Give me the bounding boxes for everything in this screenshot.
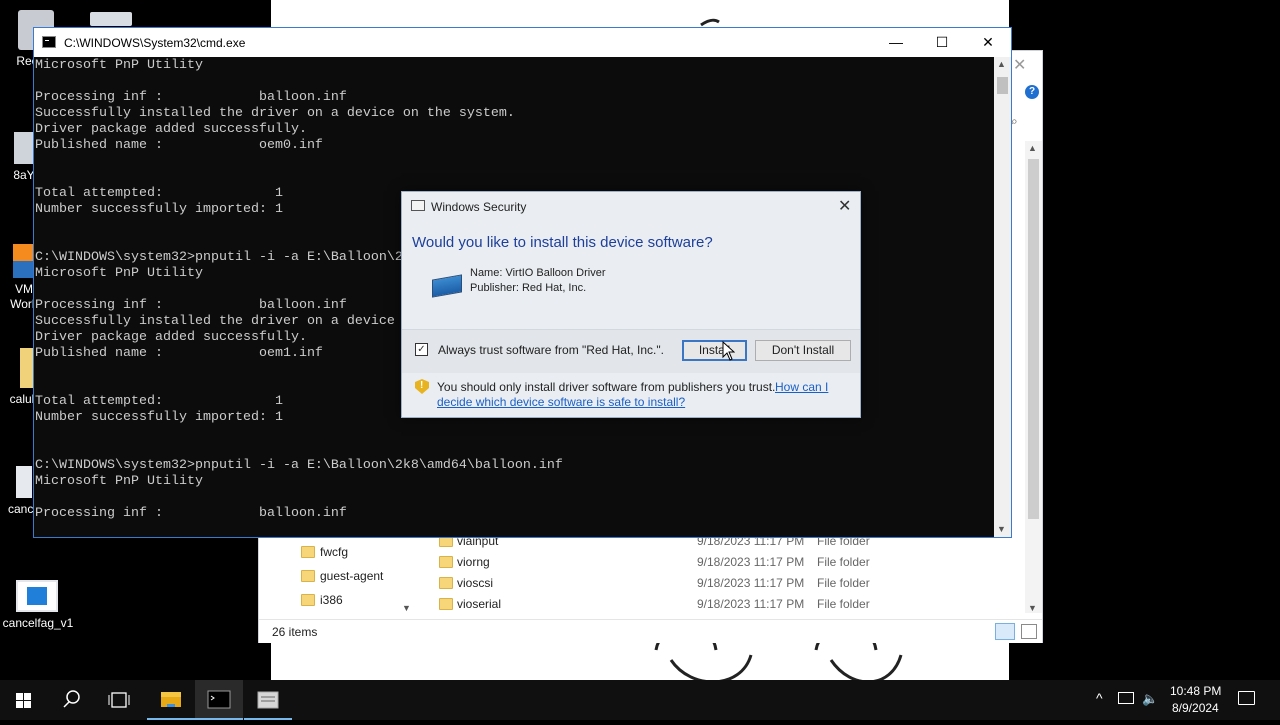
folder-icon [439, 598, 453, 610]
always-trust-label[interactable]: Always trust software from "Red Hat, Inc… [438, 343, 664, 357]
mouse-cursor-icon [722, 341, 735, 361]
navigation-pane: fwcfg guest-agent i386 [259, 531, 414, 621]
help-link-part1[interactable]: How can I [775, 380, 828, 394]
file-explorer-taskbar-icon[interactable] [147, 680, 195, 720]
console-scrollbar[interactable]: ▲ ▼ [994, 57, 1011, 537]
clock-date[interactable]: 8/9/2024 [1172, 701, 1219, 715]
dont-install-button[interactable]: Don't Install [755, 340, 851, 361]
help-icon[interactable]: ? [1025, 85, 1039, 99]
folder-icon [439, 577, 453, 589]
close-button[interactable]: ✕ [965, 28, 1011, 57]
install-button[interactable]: Install [682, 340, 747, 361]
file-row[interactable]: vioserial 9/18/2023 11:17 PM File folder [435, 594, 885, 615]
console-line: C:\WINDOWS\system32>pnputil -i -a E:\Bal… [35, 458, 563, 473]
cmd-title: C:\WINDOWS\System32\cmd.exe [64, 36, 246, 50]
start-button[interactable] [0, 680, 48, 720]
console-line: Successfully installed the driver on a d… [35, 106, 515, 121]
console-line: Processing inf : balloon.inf [35, 506, 347, 521]
dialog-question: Would you like to install this device so… [412, 234, 713, 251]
volume-muted-icon[interactable]: 🔈 [1142, 691, 1158, 707]
console-line: Microsoft PnP Utility [35, 474, 203, 489]
search-icon[interactable]: ⌕ [1011, 114, 1018, 129]
desktop-icon-label: cancelfag_v1 [2, 616, 74, 630]
tiles-view-icon[interactable] [1021, 624, 1037, 639]
desktop-icon-cancelfag[interactable]: cancelfag_v1 [0, 580, 76, 630]
folder-icon [301, 570, 315, 582]
item-count: 26 items [272, 625, 318, 639]
shield-window-icon [411, 200, 425, 211]
driver-name: Name: VirtIO Balloon Driver [470, 267, 606, 279]
close-icon[interactable]: ✕ [1013, 55, 1026, 75]
cmd-taskbar-icon[interactable] [195, 680, 243, 720]
desktop-icon-2[interactable] [90, 12, 134, 26]
warning-shield-icon: ! [415, 379, 429, 394]
details-view-icon[interactable] [995, 623, 1015, 640]
clock-time[interactable]: 10:48 PM [1170, 684, 1221, 698]
task-view-icon[interactable] [96, 680, 144, 720]
help-link-part2[interactable]: decide which device software is safe to … [437, 395, 685, 409]
file-list-scrollbar[interactable]: ▲ ▼ [1025, 141, 1042, 613]
cmd-title-bar[interactable]: C:\WINDOWS\System32\cmd.exe — ☐ ✕ [34, 28, 1011, 57]
file-icon [16, 466, 32, 498]
file-row[interactable]: viorng 9/18/2023 11:17 PM File folder [435, 552, 885, 573]
folder-icon [20, 348, 34, 388]
folder-icon [301, 546, 315, 558]
app-icon [90, 12, 132, 26]
console-line: Driver package added successfully. [35, 122, 307, 137]
console-line: Published name : oem0.inf [35, 138, 323, 153]
driver-publisher: Publisher: Red Hat, Inc. [470, 282, 587, 294]
chevron-up-icon[interactable]: ^ [1096, 690, 1103, 706]
dialog-title: Windows Security [431, 200, 527, 214]
console-line: Microsoft PnP Utility [35, 58, 203, 73]
cmd-icon [42, 36, 56, 48]
minimize-button[interactable]: — [873, 28, 919, 57]
scrollbar-thumb[interactable] [997, 77, 1008, 94]
file-row[interactable]: vioscsi 9/18/2023 11:17 PM File folder [435, 573, 885, 594]
windows-security-dialog[interactable]: Windows Security ✕ Would you like to ins… [401, 191, 861, 418]
always-trust-checkbox[interactable]: ✓ [415, 343, 428, 356]
device-icon [432, 274, 462, 298]
folder-icon [439, 556, 453, 568]
vmware-icon [13, 244, 35, 278]
folder-icon [301, 594, 315, 606]
maximize-button[interactable]: ☐ [919, 28, 965, 57]
search-icon[interactable] [48, 680, 96, 720]
taskbar: ^ 🔈 10:48 PM 8/9/2024 [0, 680, 1280, 720]
warning-text: You should only install driver software … [437, 380, 776, 394]
window-icon [16, 580, 58, 612]
desktop-icon-label: 8aY [13, 168, 35, 182]
security-dialog-taskbar-icon[interactable] [244, 680, 292, 720]
status-bar: 26 items [259, 619, 1042, 643]
close-button[interactable]: ✕ [838, 196, 851, 216]
console-line: Processing inf : balloon.inf [35, 90, 347, 105]
network-icon[interactable] [1118, 692, 1134, 704]
notifications-icon[interactable] [1238, 691, 1255, 705]
